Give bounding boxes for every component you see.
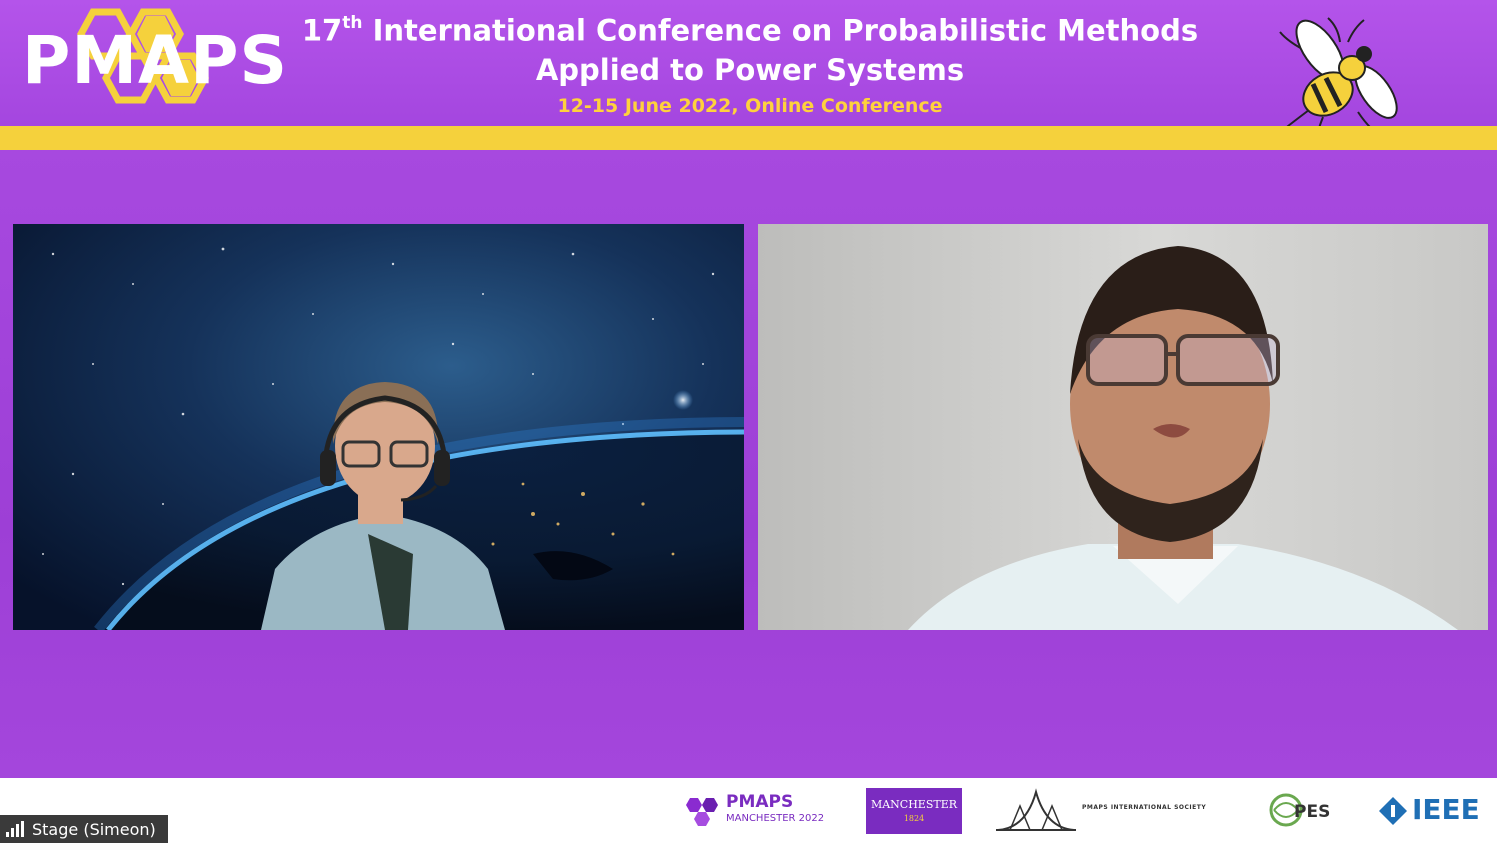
sponsor-university-manchester: MANCHESTER 1824 [866,788,962,834]
sponsor-pmaps-society: PMAPS INTERNATIONAL SOCIETY [996,788,1228,834]
participant-2-video [758,224,1488,630]
video-stage [0,150,1497,778]
conference-date: 12-15 June 2022, Online Conference [557,94,943,117]
video-tile-participant-2[interactable] [758,224,1488,630]
participant-1-video [13,224,744,630]
conference-banner: PMAPS 17th International Conference on P… [0,0,1497,139]
signal-bars-icon [6,821,24,837]
sponsor-society-name: PMAPS INTERNATIONAL SOCIETY [1082,804,1207,811]
sponsor-ieee-name: IEEE [1412,793,1480,826]
sponsor-pmaps-sub: MANCHESTER 2022 [726,813,825,824]
title-superscript: th [342,13,363,33]
conference-title: 17th International Conference on Probabi… [300,6,1200,122]
title-line-1: 17th International Conference on Probabi… [300,6,1200,50]
header-accent-band [0,126,1497,150]
stage-label: Stage (Simeon) [32,819,156,839]
sponsor-ieee-pes: PES [1268,788,1346,834]
ieee-diamond-icon [1379,797,1407,825]
stage-indicator[interactable]: Stage (Simeon) [0,815,168,843]
sponsor-pes-name: PES [1294,802,1331,822]
title-line-1-text: International Conference on Probabilisti… [362,13,1199,48]
pmaps-hexagon-icon [686,798,718,826]
sponsor-manchester-sub: 1824 [903,814,925,823]
title-line-2: Applied to Power Systems [535,52,965,87]
sponsor-manchester-name: MANCHESTER [870,798,958,811]
title-number: 17 [301,13,343,48]
video-tile-participant-1[interactable] [13,224,744,630]
pmaps-logo-text: PMAPS [22,22,289,99]
bee-icon [1279,17,1398,139]
sponsor-ieee: IEEE [1378,788,1490,834]
pmaps-society-emblem-icon [996,788,1076,831]
sponsor-pmaps-name: PMAPS [726,792,794,812]
sponsor-footer: PMAPS MANCHESTER 2022 MANCHESTER 1824 PM… [0,778,1497,843]
sponsor-pmaps-manchester: PMAPS MANCHESTER 2022 [682,788,834,834]
